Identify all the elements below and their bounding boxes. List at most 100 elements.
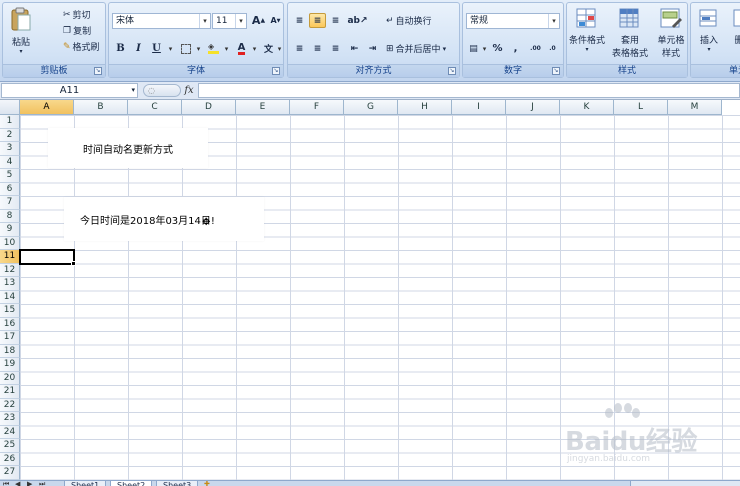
- column-header-g[interactable]: G: [344, 100, 398, 115]
- column-header-a[interactable]: A: [20, 100, 74, 115]
- cut-button[interactable]: ✂ 剪切: [61, 7, 93, 22]
- orientation-button[interactable]: ab↗: [347, 13, 367, 28]
- column-header-i[interactable]: I: [452, 100, 506, 115]
- underline-button[interactable]: U: [148, 41, 165, 56]
- column-header-b[interactable]: B: [74, 100, 128, 115]
- row-header-17[interactable]: 17: [0, 331, 20, 345]
- align-left-button[interactable]: ≡: [291, 41, 308, 56]
- formula-input[interactable]: [198, 83, 740, 98]
- comma-button[interactable]: ,: [507, 41, 524, 56]
- align-middle-button[interactable]: ≡: [309, 13, 326, 28]
- merge-center-button[interactable]: ⊞ 合并后居中 ▾: [384, 41, 448, 56]
- font-size-select[interactable]: 11 ▾: [212, 13, 247, 29]
- row-header-18[interactable]: 18: [0, 344, 20, 358]
- column-header-d[interactable]: D: [182, 100, 236, 115]
- font-launcher-icon[interactable]: ↘: [272, 67, 280, 75]
- cell-styles-button[interactable]: 单元格 样式: [651, 7, 691, 59]
- next-sheet-icon[interactable]: ▶: [27, 481, 32, 486]
- alignment-launcher-icon[interactable]: ↘: [448, 67, 456, 75]
- title-textbox[interactable]: 时间自动名更新方式: [48, 128, 208, 168]
- first-sheet-icon[interactable]: ⏮: [3, 481, 9, 486]
- decrease-decimal-button[interactable]: .0: [544, 41, 561, 56]
- italic-button[interactable]: I: [130, 41, 147, 56]
- formula-toggle-button[interactable]: ◌: [143, 84, 181, 97]
- column-header-j[interactable]: J: [506, 100, 560, 115]
- row-header-9[interactable]: 9: [0, 223, 20, 237]
- row-header-5[interactable]: 5: [0, 169, 20, 183]
- row-header-16[interactable]: 16: [0, 317, 20, 331]
- fill-color-dropdown-icon[interactable]: ▾: [222, 41, 231, 56]
- row-header-27[interactable]: 27: [0, 466, 20, 480]
- delete-button[interactable]: 删: [729, 7, 740, 46]
- increase-indent-button[interactable]: ⇥: [364, 41, 381, 56]
- align-right-button[interactable]: ≡: [327, 41, 344, 56]
- font-name-select[interactable]: 宋体 ▾: [112, 13, 211, 29]
- column-header-k[interactable]: K: [560, 100, 614, 115]
- sheet-tab-sheet3[interactable]: Sheet3: [156, 481, 199, 486]
- fill-handle[interactable]: [71, 260, 76, 266]
- decrease-indent-button[interactable]: ⇤: [346, 41, 363, 56]
- prev-sheet-icon[interactable]: ◀: [15, 481, 20, 486]
- align-center-button[interactable]: ≡: [309, 41, 326, 56]
- row-header-8[interactable]: 8: [0, 209, 20, 223]
- column-header-f[interactable]: F: [290, 100, 344, 115]
- row-header-13[interactable]: 13: [0, 277, 20, 291]
- borders-button[interactable]: [177, 41, 194, 56]
- number-format-select[interactable]: 常规 ▾: [466, 13, 560, 29]
- column-header-m[interactable]: M: [668, 100, 722, 115]
- wrap-text-button[interactable]: ↵ 自动换行: [384, 13, 434, 28]
- align-bottom-button[interactable]: ≡: [327, 13, 344, 28]
- number-launcher-icon[interactable]: ↘: [552, 67, 560, 75]
- name-box[interactable]: A11 ▾: [1, 83, 138, 98]
- copy-button[interactable]: ❐ 复制: [61, 23, 93, 38]
- row-header-7[interactable]: 7: [0, 196, 20, 210]
- row-header-19[interactable]: 19: [0, 358, 20, 372]
- horizontal-scrollbar[interactable]: [630, 481, 740, 486]
- row-header-14[interactable]: 14: [0, 290, 20, 304]
- font-color-button[interactable]: A: [233, 41, 250, 56]
- clipboard-launcher-icon[interactable]: ↘: [94, 67, 102, 75]
- column-header-e[interactable]: E: [236, 100, 290, 115]
- row-header-15[interactable]: 15: [0, 304, 20, 318]
- row-header-11[interactable]: 11: [0, 250, 20, 264]
- borders-dropdown-icon[interactable]: ▾: [194, 41, 203, 56]
- currency-dropdown-icon[interactable]: ▾: [480, 41, 489, 56]
- row-header-4[interactable]: 4: [0, 155, 20, 169]
- percent-button[interactable]: %: [489, 41, 506, 56]
- last-sheet-icon[interactable]: ⏭: [39, 481, 45, 486]
- increase-decimal-button[interactable]: .00: [527, 41, 544, 56]
- row-header-12[interactable]: 12: [0, 263, 20, 277]
- active-cell[interactable]: [19, 249, 75, 265]
- column-header-h[interactable]: H: [398, 100, 452, 115]
- fill-color-button[interactable]: ◈: [205, 41, 222, 56]
- align-top-button[interactable]: ≡: [291, 13, 308, 28]
- select-all-corner[interactable]: [0, 100, 20, 115]
- row-header-10[interactable]: 10: [0, 236, 20, 250]
- sheet-tab-sheet2[interactable]: Sheet2: [110, 481, 153, 486]
- font-color-dropdown-icon[interactable]: ▾: [250, 41, 259, 56]
- column-header-c[interactable]: C: [128, 100, 182, 115]
- paste-button[interactable]: 粘贴 ▾: [5, 7, 37, 55]
- insert-function-button[interactable]: fx: [181, 84, 197, 98]
- message-textbox[interactable]: 今日时间是2018年03月14日!: [64, 197, 264, 241]
- row-header-22[interactable]: 22: [0, 398, 20, 412]
- row-header-20[interactable]: 20: [0, 371, 20, 385]
- shrink-font-button[interactable]: A ▼: [267, 13, 284, 28]
- format-painter-button[interactable]: ✎ 格式刷: [61, 39, 102, 54]
- insert-sheet-icon[interactable]: ✚: [204, 481, 210, 486]
- row-header-26[interactable]: 26: [0, 452, 20, 466]
- row-header-21[interactable]: 21: [0, 385, 20, 399]
- grow-font-button[interactable]: A ▲: [250, 13, 267, 28]
- format-as-table-button[interactable]: 套用 表格格式: [610, 7, 650, 59]
- row-header-1[interactable]: 1: [0, 115, 20, 129]
- bold-button[interactable]: B: [112, 41, 129, 56]
- row-header-2[interactable]: 2: [0, 128, 20, 142]
- row-header-24[interactable]: 24: [0, 425, 20, 439]
- row-header-6[interactable]: 6: [0, 182, 20, 196]
- row-header-25[interactable]: 25: [0, 439, 20, 453]
- phonetic-dropdown-icon[interactable]: ▾: [275, 41, 284, 56]
- row-header-3[interactable]: 3: [0, 142, 20, 156]
- underline-dropdown-icon[interactable]: ▾: [166, 41, 175, 56]
- column-header-l[interactable]: L: [614, 100, 668, 115]
- row-header-23[interactable]: 23: [0, 412, 20, 426]
